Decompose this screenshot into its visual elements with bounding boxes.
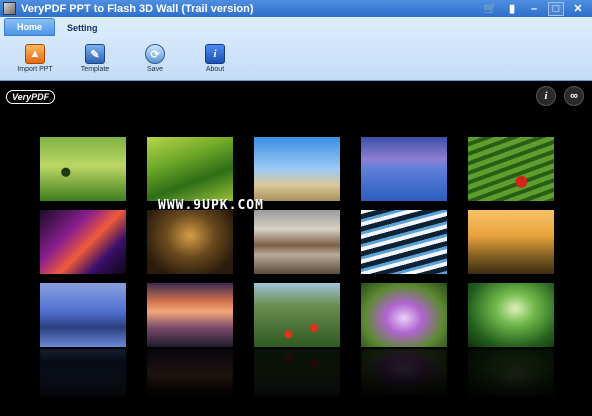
save-label: Save [147,66,163,73]
import-ppt-icon: ▲ [25,44,45,64]
photo-tile-cracked-salt-flat[interactable] [361,137,447,201]
window-title: VeryPDF PPT to Flash 3D Wall (Trail vers… [21,2,254,15]
template-button[interactable]: ✎ Template [72,44,118,73]
watermark-text: WWW.9UPK.COM [158,198,264,213]
about-icon: i [205,44,225,64]
reflection-fade [0,347,592,416]
photo-tile-tea-rows-red-umbrella[interactable] [468,137,554,201]
verypdf-logo: VeryPDF [6,90,56,104]
flash-wall-viewer: VeryPDF i ∞ WWW.9UPK.COM [0,82,592,416]
link-icon[interactable]: ∞ [564,86,584,106]
book-icon[interactable]: ▮ [504,2,520,16]
close-button[interactable]: ✕ [570,2,586,16]
about-label: About [205,66,225,73]
shopping-cart-icon[interactable]: 🛒 [482,2,498,16]
photo-tile-mossy-forest-stream[interactable] [468,283,554,347]
save-icon: ⟳ [145,44,165,64]
template-icon: ✎ [85,44,105,64]
tab-home[interactable]: Home [4,18,56,36]
photo-tile-poppy-vineyard[interactable] [254,283,340,347]
photo-tile-cloud-sea-sunset[interactable] [147,283,233,347]
photo-tile-colorful-rock-formation[interactable] [40,210,126,274]
tab-bar: Home Setting [0,17,592,36]
photo-tile-rolling-green-fields[interactable] [147,137,233,201]
about-button[interactable]: i About [192,44,238,73]
photo-tile-terraced-rice-water[interactable] [361,210,447,274]
ribbon-area: Home Setting ▲ Import PPT ✎ Template ⟳ S… [0,17,592,81]
app-icon [3,2,16,15]
photo-tile-bluebell-forest[interactable] [40,283,126,347]
maximize-button[interactable]: □ [548,1,564,16]
photo-tile-green-hills-tree[interactable] [40,137,126,201]
photo-tile-frosted-tree-sky[interactable] [254,137,340,201]
import-ppt-button[interactable]: ▲ Import PPT [12,44,58,73]
template-label: Template [80,66,110,73]
tab-setting[interactable]: Setting [55,20,110,36]
photo-tile-autumn-forest-path[interactable] [147,210,233,274]
toolbar: ▲ Import PPT ✎ Template ⟳ Save i About [0,36,592,81]
import-ppt-label: Import PPT [17,66,53,73]
info-icon[interactable]: i [536,86,556,106]
window-controls: 🛒 ▮ – □ ✕ [482,1,586,16]
minimize-button[interactable]: – [526,2,542,16]
photo-tile-wisteria-tunnel[interactable] [361,283,447,347]
title-bar: VeryPDF PPT to Flash 3D Wall (Trail vers… [0,0,592,17]
save-button[interactable]: ⟳ Save [132,44,178,73]
photo-tile-misty-valley[interactable] [254,210,340,274]
photo-tile-temple-plain-sunrise[interactable] [468,210,554,274]
